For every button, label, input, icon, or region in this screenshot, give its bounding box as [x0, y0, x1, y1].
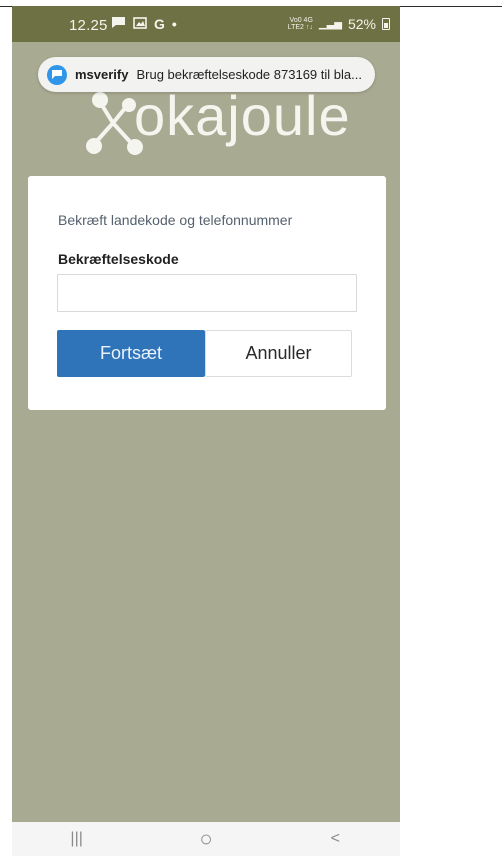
status-time: 12.25 [69, 17, 108, 34]
android-navigation-bar: ||| ○ < [12, 822, 400, 856]
verification-code-input[interactable] [57, 274, 357, 312]
message-icon [111, 16, 126, 32]
recent-apps-button[interactable]: ||| [47, 825, 107, 853]
home-button[interactable]: ○ [176, 825, 236, 853]
notification-app-name: msverify [75, 67, 129, 82]
battery-percent: 52% [347, 16, 376, 32]
phone-screen: 12.25 G • Vo0 4G LTE2 ↑↓ ▁▃▅ 52% msverif… [12, 6, 400, 856]
logo-text: okajoule [134, 84, 351, 147]
status-bar: 12.25 G • Vo0 4G LTE2 ↑↓ ▁▃▅ 52% [12, 6, 400, 42]
verification-code-label: Bekræftelseskode [58, 251, 179, 267]
gallery-icon [133, 16, 147, 32]
battery-icon [382, 18, 390, 30]
verification-dialog: Bekræft landekode og telefonnummer Bekræ… [28, 176, 386, 410]
signal-icon: ▁▃▅ [318, 18, 342, 30]
continue-button[interactable]: Fortsæt [57, 330, 205, 377]
sms-notification[interactable]: msverify Brug bekræftelseskode 873169 ti… [38, 57, 375, 92]
home-icon: ○ [199, 826, 213, 851]
status-left-icons: G • [111, 16, 177, 32]
dialog-description: Bekræft landekode og telefonnummer [58, 212, 293, 228]
okajoule-logo: okajoule [82, 80, 350, 160]
message-bubble-icon [47, 64, 67, 85]
back-icon: < [330, 830, 340, 847]
back-button[interactable]: < [305, 825, 365, 853]
status-right-icons: Vo0 4G LTE2 ↑↓ ▁▃▅ 52% [288, 16, 390, 32]
notification-message: Brug bekræftelseskode 873169 til bla... [136, 67, 362, 82]
google-g-icon: G [154, 16, 165, 32]
dot-icon: • [171, 16, 177, 32]
cancel-button[interactable]: Annuller [205, 330, 352, 377]
network-indicator: Vo0 4G LTE2 ↑↓ [287, 17, 313, 31]
recent-apps-icon: ||| [70, 830, 83, 847]
